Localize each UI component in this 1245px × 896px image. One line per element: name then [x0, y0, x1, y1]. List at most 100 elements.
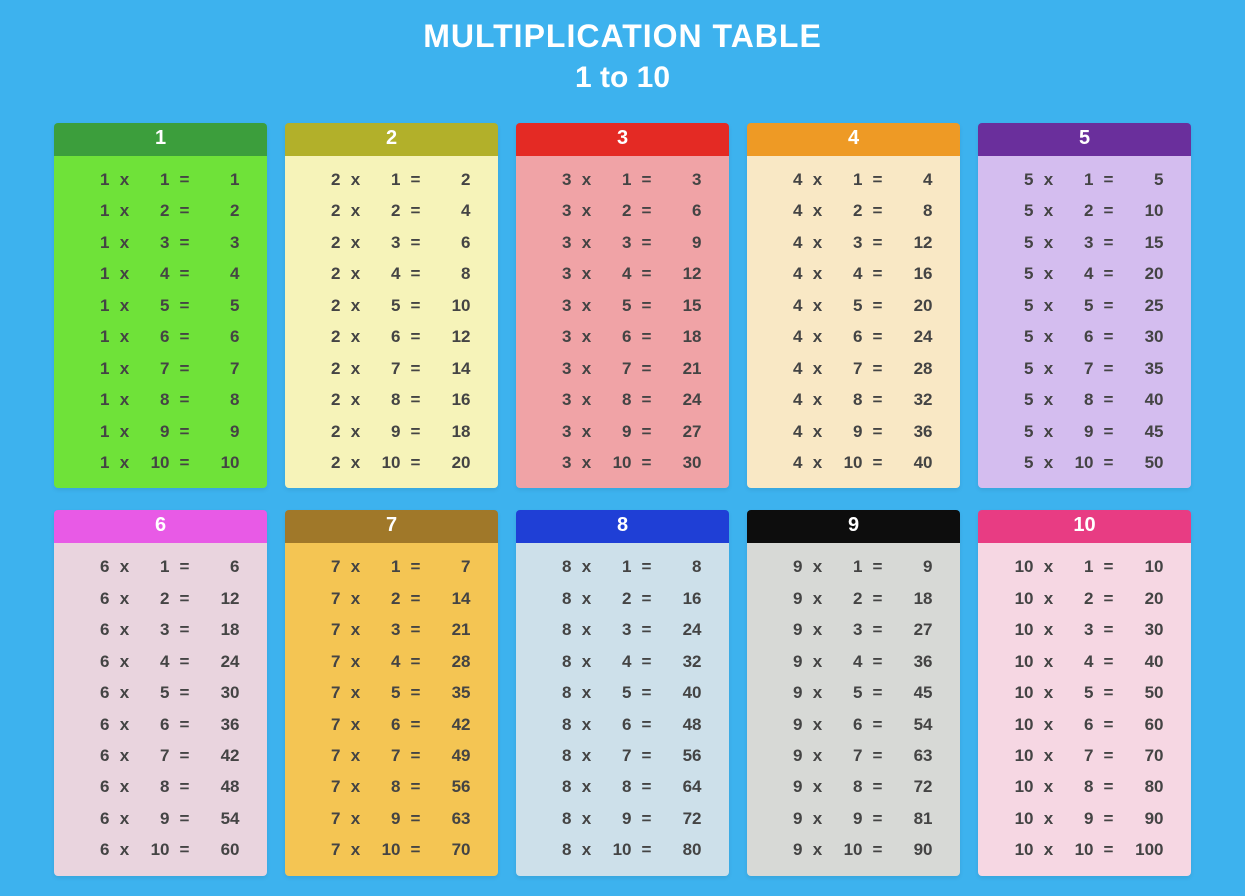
- multiplier: 8: [371, 771, 401, 802]
- multiplier: 9: [602, 803, 632, 834]
- times-symbol: x: [114, 164, 136, 195]
- table-body: 7x1=77x2=147x3=217x4=287x5=357x6=427x7=4…: [285, 543, 498, 875]
- table-row: 3x7=21: [530, 353, 715, 384]
- times-symbol: x: [807, 740, 829, 771]
- times-symbol: x: [576, 290, 598, 321]
- table-row: 2x2=4: [299, 195, 484, 226]
- multiplier: 4: [140, 258, 170, 289]
- multiplicand: 8: [544, 614, 572, 645]
- product: 8: [893, 195, 933, 226]
- equals-symbol: =: [405, 258, 427, 289]
- multiplicand: 3: [544, 447, 572, 478]
- times-symbol: x: [114, 416, 136, 447]
- times-symbol: x: [807, 614, 829, 645]
- multiplicand: 7: [313, 677, 341, 708]
- product: 48: [662, 709, 702, 740]
- multiplier: 5: [602, 290, 632, 321]
- times-symbol: x: [114, 740, 136, 771]
- multiplicand: 2: [313, 227, 341, 258]
- table-row: 4x1=4: [761, 164, 946, 195]
- equals-symbol: =: [174, 195, 196, 226]
- multiplier: 2: [833, 583, 863, 614]
- equals-symbol: =: [867, 646, 889, 677]
- multiplicand: 10: [1006, 771, 1034, 802]
- product: 24: [893, 321, 933, 352]
- equals-symbol: =: [636, 834, 658, 865]
- multiplier: 7: [140, 353, 170, 384]
- multiplier: 3: [602, 614, 632, 645]
- times-symbol: x: [576, 551, 598, 582]
- times-symbol: x: [576, 834, 598, 865]
- multiplicand: 10: [1006, 803, 1034, 834]
- multiplier: 2: [602, 583, 632, 614]
- table-card-4: 44x1=44x2=84x3=124x4=164x5=204x6=244x7=2…: [747, 123, 960, 488]
- table-row: 3x3=9: [530, 227, 715, 258]
- times-symbol: x: [114, 321, 136, 352]
- times-symbol: x: [576, 646, 598, 677]
- equals-symbol: =: [636, 227, 658, 258]
- table-row: 9x3=27: [761, 614, 946, 645]
- multiplicand: 6: [82, 771, 110, 802]
- table-card-9: 99x1=99x2=189x3=279x4=369x5=459x6=549x7=…: [747, 510, 960, 875]
- table-row: 4x4=16: [761, 258, 946, 289]
- equals-symbol: =: [174, 740, 196, 771]
- tables-grid: 11x1=11x2=21x3=31x4=41x5=51x6=61x7=71x8=…: [0, 123, 1245, 876]
- multiplicand: 10: [1006, 583, 1034, 614]
- times-symbol: x: [1038, 803, 1060, 834]
- table-row: 4x6=24: [761, 321, 946, 352]
- multiplier: 2: [140, 583, 170, 614]
- times-symbol: x: [114, 646, 136, 677]
- table-row: 10x8=80: [992, 771, 1177, 802]
- table-row: 6x4=24: [68, 646, 253, 677]
- equals-symbol: =: [405, 447, 427, 478]
- multiplicand: 9: [775, 551, 803, 582]
- multiplicand: 3: [544, 164, 572, 195]
- multiplicand: 8: [544, 834, 572, 865]
- multiplicand: 10: [1006, 834, 1034, 865]
- table-row: 2x8=16: [299, 384, 484, 415]
- times-symbol: x: [576, 447, 598, 478]
- equals-symbol: =: [867, 583, 889, 614]
- times-symbol: x: [345, 447, 367, 478]
- times-symbol: x: [345, 321, 367, 352]
- table-body: 5x1=55x2=105x3=155x4=205x5=255x6=305x7=3…: [978, 156, 1191, 488]
- equals-symbol: =: [867, 290, 889, 321]
- table-row: 7x6=42: [299, 709, 484, 740]
- times-symbol: x: [807, 551, 829, 582]
- multiplier: 5: [602, 677, 632, 708]
- multiplicand: 5: [1006, 227, 1034, 258]
- table-row: 9x2=18: [761, 583, 946, 614]
- equals-symbol: =: [867, 709, 889, 740]
- table-row: 10x1=10: [992, 551, 1177, 582]
- multiplier: 1: [602, 164, 632, 195]
- times-symbol: x: [1038, 321, 1060, 352]
- multiplier: 9: [833, 803, 863, 834]
- table-row: 7x3=21: [299, 614, 484, 645]
- equals-symbol: =: [867, 551, 889, 582]
- table-row: 2x6=12: [299, 321, 484, 352]
- table-row: 3x5=15: [530, 290, 715, 321]
- multiplicand: 2: [313, 258, 341, 289]
- multiplicand: 5: [1006, 353, 1034, 384]
- times-symbol: x: [1038, 227, 1060, 258]
- multiplicand: 6: [82, 740, 110, 771]
- multiplier: 3: [371, 614, 401, 645]
- table-row: 5x3=15: [992, 227, 1177, 258]
- times-symbol: x: [1038, 771, 1060, 802]
- table-row: 9x1=9: [761, 551, 946, 582]
- equals-symbol: =: [174, 384, 196, 415]
- table-card-6: 66x1=66x2=126x3=186x4=246x5=306x6=366x7=…: [54, 510, 267, 875]
- multiplier: 2: [833, 195, 863, 226]
- times-symbol: x: [114, 803, 136, 834]
- table-row: 8x7=56: [530, 740, 715, 771]
- multiplier: 10: [371, 447, 401, 478]
- table-row: 8x1=8: [530, 551, 715, 582]
- table-row: 8x6=48: [530, 709, 715, 740]
- multiplicand: 8: [544, 709, 572, 740]
- equals-symbol: =: [174, 321, 196, 352]
- equals-symbol: =: [174, 614, 196, 645]
- equals-symbol: =: [867, 353, 889, 384]
- multiplier: 2: [140, 195, 170, 226]
- times-symbol: x: [1038, 416, 1060, 447]
- multiplier: 8: [140, 384, 170, 415]
